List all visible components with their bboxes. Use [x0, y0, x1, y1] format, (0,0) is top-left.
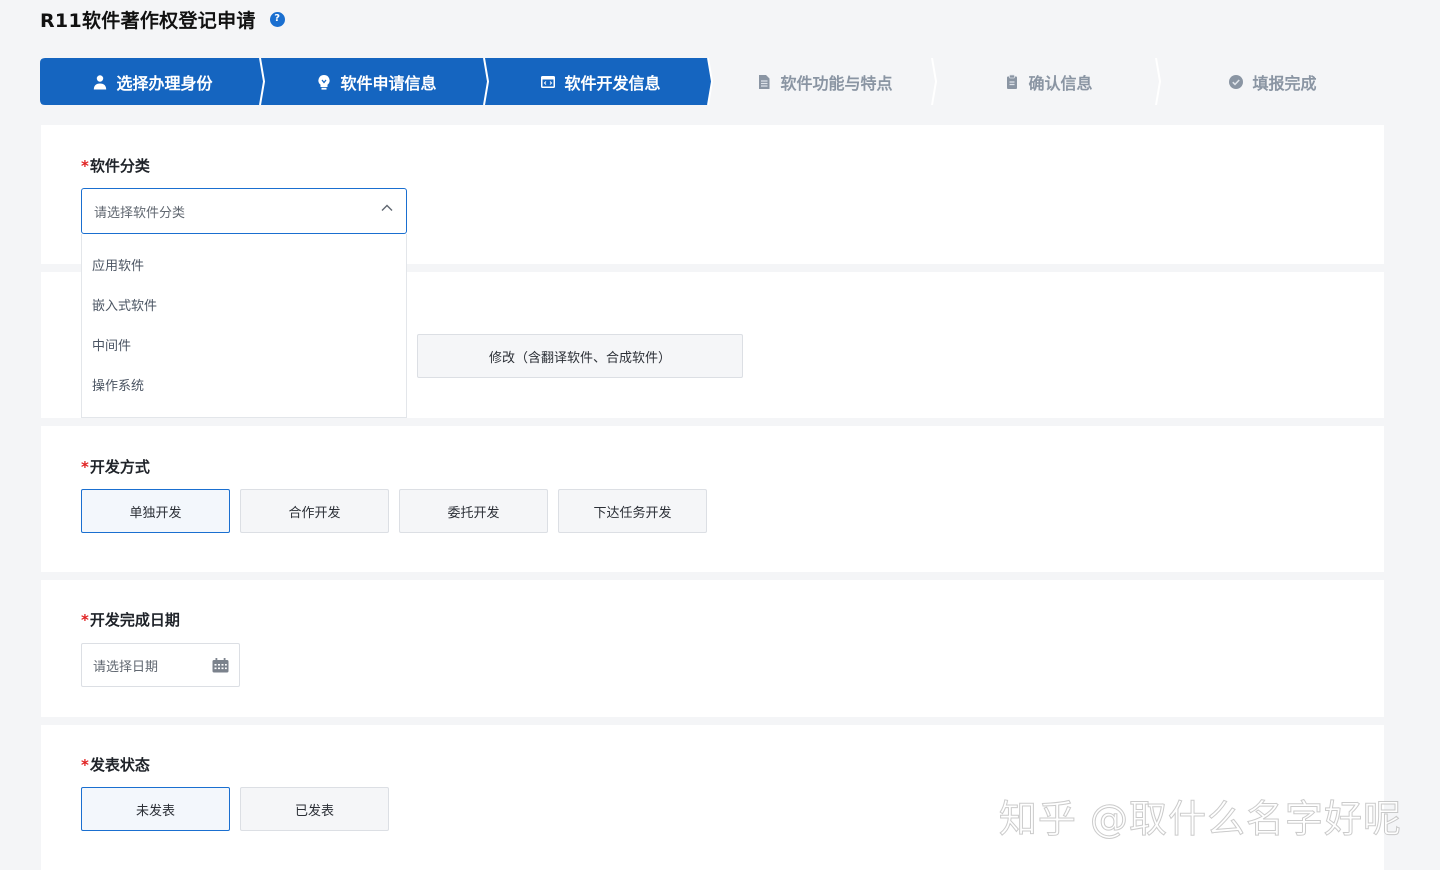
step-confirm-info[interactable]: 确认信息 — [936, 58, 1160, 105]
modify-option[interactable]: 修改（含翻译软件、合成软件） — [417, 334, 743, 378]
dev-method-commissioned[interactable]: 委托开发 — [399, 489, 548, 533]
dev-method-assigned-task[interactable]: 下达任务开发 — [558, 489, 707, 533]
step-label: 确认信息 — [1028, 73, 1093, 93]
dropdown-option-embedded[interactable]: 嵌入式软件 — [82, 288, 406, 328]
check-circle-icon — [1227, 73, 1245, 91]
step-software-features[interactable]: 软件功能与特点 — [712, 58, 936, 105]
page-title: R11软件著作权登记申请 — [40, 9, 256, 32]
title-row: R11软件著作权登记申请 ? — [40, 6, 285, 32]
step-label: 软件开发信息 — [564, 73, 661, 93]
user-icon — [91, 73, 109, 91]
completion-date-section: *开发完成日期 请选择日期 — [41, 580, 1384, 717]
code-window-icon — [539, 73, 557, 91]
chevron-up-icon — [381, 204, 393, 211]
step-software-application-info[interactable]: 软件申请信息 — [264, 58, 488, 105]
category-dropdown: 应用软件 嵌入式软件 中间件 操作系统 — [81, 234, 407, 418]
question-circle-icon[interactable]: ? — [269, 11, 285, 27]
step-label: 软件功能与特点 — [780, 73, 893, 93]
category-select[interactable]: 请选择软件分类 — [81, 188, 407, 234]
progress-stepper: 选择办理身份 软件申请信息 软件开发信息 软件功能与特点 确认信息 填报完成 — [40, 58, 1384, 105]
completion-date-label: *开发完成日期 — [81, 611, 180, 629]
document-icon — [755, 73, 773, 91]
dev-method-cooperative[interactable]: 合作开发 — [240, 489, 389, 533]
category-label: *软件分类 — [81, 157, 150, 175]
dev-method-label: *开发方式 — [81, 458, 150, 476]
step-label: 选择办理身份 — [116, 73, 213, 93]
step-label: 软件申请信息 — [340, 73, 437, 93]
dropdown-option-application[interactable]: 应用软件 — [82, 248, 406, 288]
dev-method-solo[interactable]: 单独开发 — [81, 489, 230, 533]
clipboard-icon — [1003, 73, 1021, 91]
dropdown-option-operating-system[interactable]: 操作系统 — [82, 368, 406, 408]
step-submission-complete[interactable]: 填报完成 — [1160, 58, 1384, 105]
lightbulb-icon — [315, 73, 333, 91]
step-software-development-info[interactable]: 软件开发信息 — [488, 58, 712, 105]
publish-status-unpublished[interactable]: 未发表 — [81, 787, 230, 831]
publish-status-published[interactable]: 已发表 — [240, 787, 389, 831]
publish-status-label: *发表状态 — [81, 756, 150, 774]
step-select-identity[interactable]: 选择办理身份 — [40, 58, 264, 105]
category-placeholder: 请选择软件分类 — [94, 205, 186, 221]
calendar-icon[interactable] — [212, 658, 229, 673]
page: R11软件著作权登记申请 ? 选择办理身份 软件申请信息 软件开发信息 软件功能… — [0, 0, 1440, 870]
completion-date-input[interactable]: 请选择日期 — [81, 643, 240, 687]
step-label: 填报完成 — [1252, 73, 1317, 93]
date-placeholder: 请选择日期 — [93, 659, 159, 675]
watermark: 知乎 @取什么名字好呢 — [998, 797, 1402, 842]
development-method-section: *开发方式 单独开发 合作开发 委托开发 下达任务开发 — [41, 426, 1384, 572]
dropdown-option-middleware[interactable]: 中间件 — [82, 328, 406, 368]
